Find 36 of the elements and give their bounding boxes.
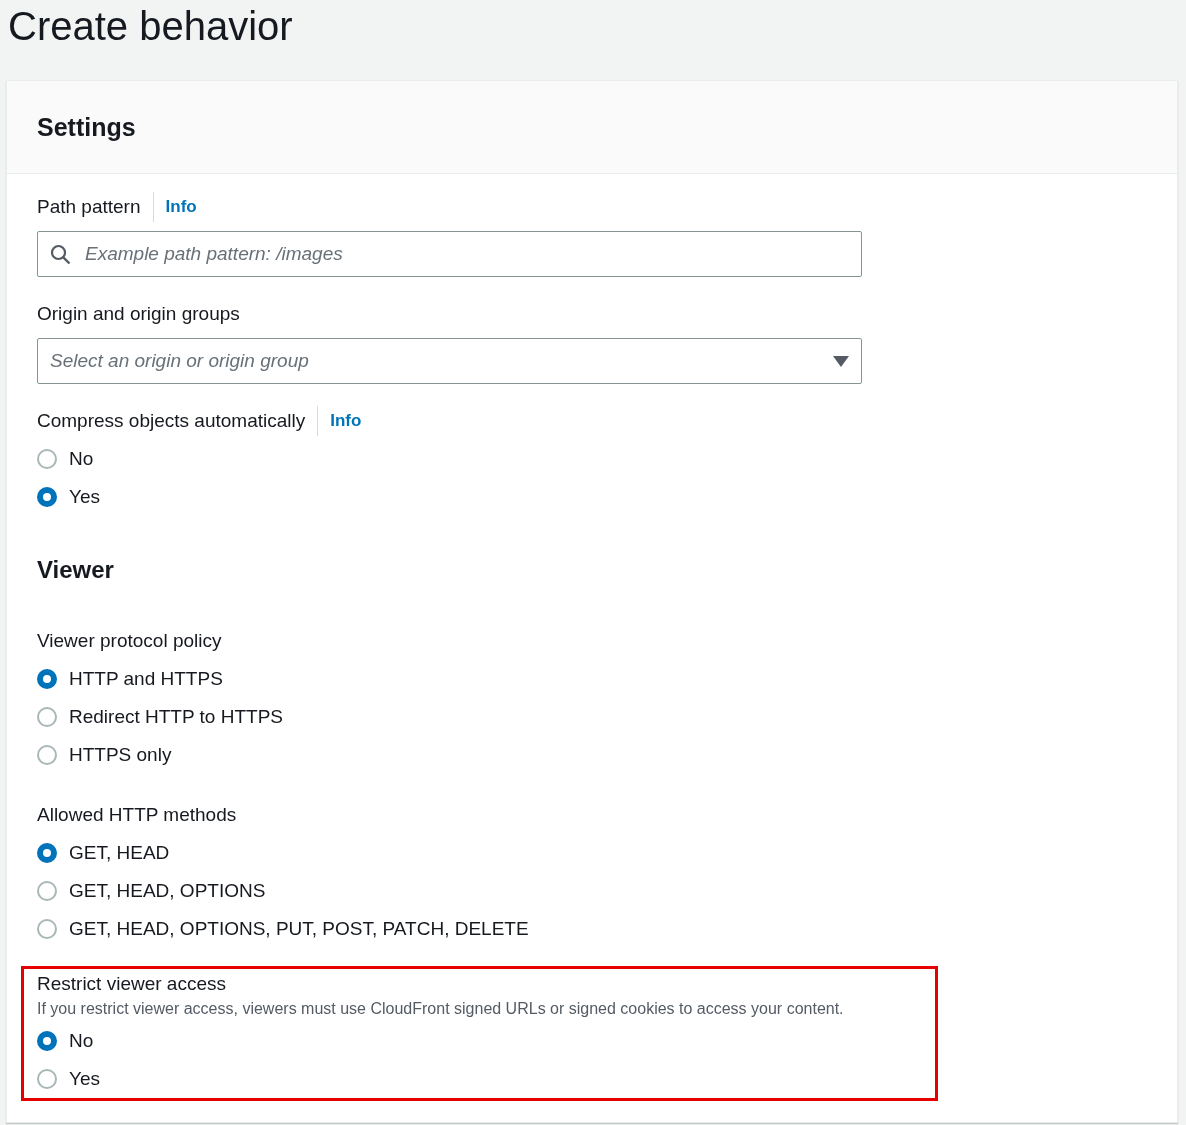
page-title: Create behavior <box>8 3 293 50</box>
radio-label: Yes <box>69 486 100 508</box>
field-label: Path pattern <box>37 196 141 218</box>
radio-label: GET, HEAD <box>69 842 170 864</box>
select-dropdown[interactable]: Select an origin or origin group <box>37 338 862 384</box>
field-label: Viewer protocol policy <box>37 630 222 652</box>
info-link[interactable]: Info <box>165 197 197 217</box>
radio-button[interactable] <box>37 745 57 765</box>
radio-label: GET, HEAD, OPTIONS, PUT, POST, PATCH, DELETE <box>69 918 529 940</box>
radio-button[interactable] <box>37 1069 57 1089</box>
radio-label: GET, HEAD, OPTIONS <box>69 880 266 902</box>
search-field[interactable]: Example path pattern: /images <box>37 231 862 277</box>
section-heading: Viewer <box>37 556 114 584</box>
radio-label: No <box>69 448 94 470</box>
radio-button[interactable] <box>37 707 57 727</box>
radio-label: Yes <box>69 1068 100 1090</box>
radio-button[interactable] <box>37 843 57 863</box>
card-title: Settings <box>37 112 136 142</box>
radio-label: HTTPS only <box>69 744 172 766</box>
info-link[interactable]: Info <box>330 411 362 431</box>
field-description: If you restrict viewer access, viewers must use CloudFront signed URLs or signed cookies to access your content. <box>37 1000 844 1018</box>
radio-label: HTTP and HTTPS <box>69 668 223 690</box>
radio-label: No <box>69 1030 94 1052</box>
field-label: Restrict viewer access <box>37 973 226 995</box>
field-label: Compress objects automatically <box>37 410 306 432</box>
radio-label: Redirect HTTP to HTTPS <box>69 706 283 728</box>
radio-button[interactable] <box>37 881 57 901</box>
search-icon <box>50 243 71 265</box>
field-label: Origin and origin groups <box>37 303 240 325</box>
radio-button[interactable] <box>37 1031 57 1051</box>
caret-icon <box>833 355 849 367</box>
radio-button[interactable] <box>37 919 57 939</box>
radio-button[interactable] <box>37 449 57 469</box>
radio-button[interactable] <box>37 487 57 507</box>
field-label: Allowed HTTP methods <box>37 804 237 826</box>
radio-button[interactable] <box>37 669 57 689</box>
